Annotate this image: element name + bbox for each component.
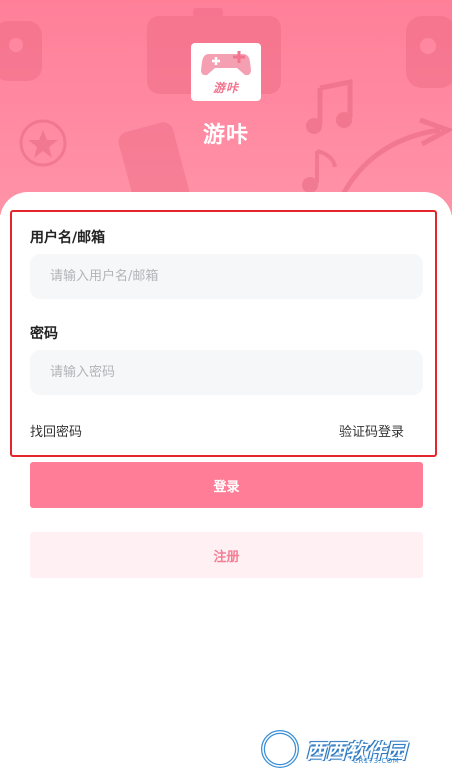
header-banner: 游咔 游咔 <box>0 0 452 215</box>
username-input[interactable] <box>30 254 423 299</box>
register-button[interactable]: 注册 <box>30 532 423 578</box>
forgot-password-link[interactable]: 找回密码 <box>30 421 82 440</box>
gamepad-logo-icon <box>201 51 251 76</box>
gamepad-icon <box>0 21 42 81</box>
login-button[interactable]: 登录 <box>30 462 423 508</box>
password-label: 密码 <box>30 326 58 342</box>
watermark-logo-icon <box>261 730 299 768</box>
watermark-url: CR173.COM <box>353 757 400 765</box>
password-input[interactable] <box>30 350 423 395</box>
app-logo-text: 游咔 <box>212 81 239 95</box>
watermark: 西西软件园 CR173.COM <box>258 727 448 771</box>
username-label: 用户名/邮箱 <box>30 230 106 246</box>
app-logo: 游咔 <box>191 43 261 101</box>
form-highlight-box <box>10 210 437 457</box>
app-name: 游咔 <box>202 123 249 148</box>
code-login-link[interactable]: 验证码登录 <box>339 421 404 440</box>
gamepad-icon <box>406 16 452 88</box>
